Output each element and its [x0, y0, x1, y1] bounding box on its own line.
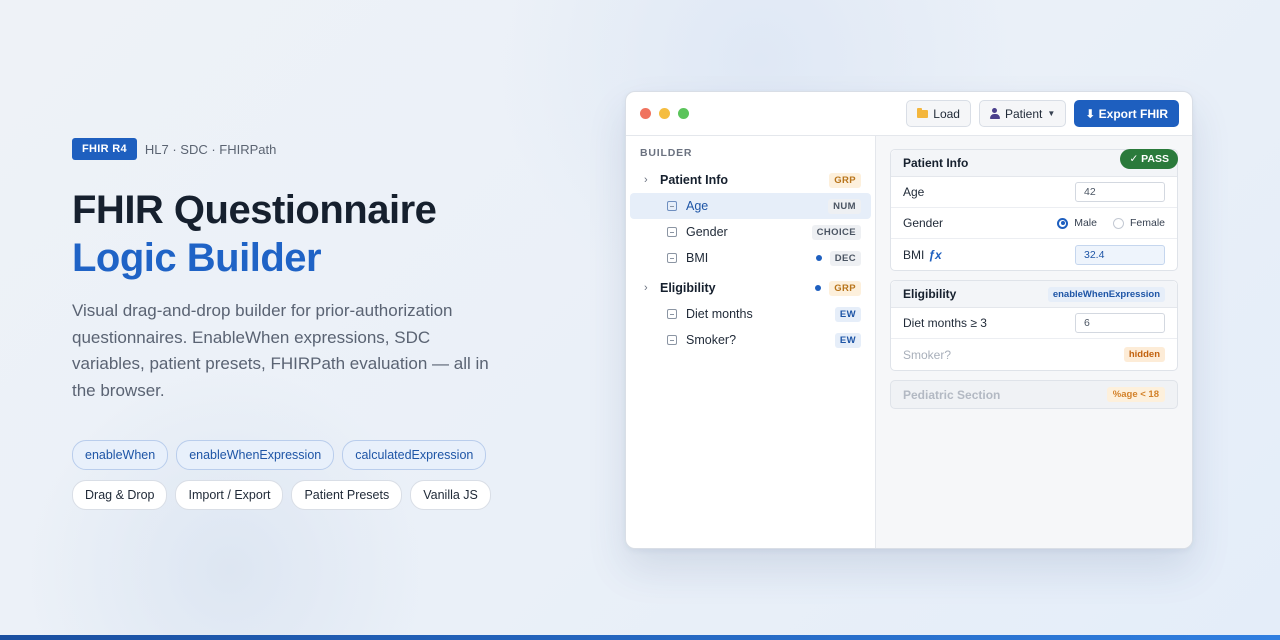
load-button[interactable]: Load — [906, 100, 971, 127]
field-row-gender: Gender Male Female — [891, 208, 1177, 239]
type-badge: GRP — [829, 172, 861, 188]
tree-item-label: BMI — [686, 251, 709, 265]
chip-patient-presets: Patient Presets — [291, 480, 403, 510]
decimal-field-icon — [667, 253, 677, 263]
feature-chips: enableWhen enableWhenExpression calculat… — [72, 440, 512, 510]
type-badge: DEC — [829, 250, 861, 266]
app-window: Load Patient ▼ ⬇ Export FHIR BUILDER › P… — [625, 91, 1193, 549]
tree-item-age[interactable]: Age NUM — [630, 193, 871, 219]
condition-badge: %age < 18 — [1106, 387, 1165, 402]
window-titlebar: Load Patient ▼ ⬇ Export FHIR — [626, 92, 1192, 136]
tree-item-gender[interactable]: Gender CHOICE — [630, 219, 871, 245]
folder-icon — [917, 107, 929, 118]
bottom-accent-bar — [0, 635, 1280, 640]
tree-item-label: Gender — [686, 225, 728, 239]
diet-months-input[interactable]: 6 — [1075, 313, 1165, 333]
hero: FHIR R4 HL7 · SDC · FHIRPath FHIR Questi… — [72, 138, 542, 510]
field-row-bmi: BMI ƒx 32.4 — [891, 239, 1177, 270]
gender-radio-group: Male Female — [1057, 217, 1165, 229]
card-header: Eligibility enableWhenExpression — [891, 281, 1177, 308]
tree-item-label: Diet months — [686, 307, 753, 321]
tree-group-label: Patient Info — [660, 173, 729, 187]
tree-item-diet-months[interactable]: Diet months EW — [630, 301, 871, 327]
chip-calculatedexpression: calculatedExpression — [342, 440, 487, 470]
title-line-2: Logic Builder — [72, 236, 322, 280]
number-field-icon — [667, 201, 677, 211]
close-window-icon[interactable] — [640, 108, 651, 119]
chip-import-export: Import / Export — [175, 480, 284, 510]
type-badge: GRP — [829, 280, 861, 296]
page-title: FHIR Questionnaire Logic Builder — [72, 186, 542, 282]
card-header: Pediatric Section %age < 18 — [891, 381, 1177, 408]
toolbar: Load Patient ▼ ⬇ Export FHIR — [906, 100, 1179, 127]
person-icon — [989, 108, 1000, 119]
tree-item-label: Age — [686, 199, 709, 213]
chip-enablewhenexpression: enableWhenExpression — [176, 440, 335, 470]
radio-female[interactable] — [1112, 217, 1124, 229]
field-row-smoker: Smoker? hidden — [891, 339, 1177, 370]
tree-group-eligibility[interactable]: › Eligibility GRP — [630, 275, 871, 301]
patient-dropdown-label: Patient — [1004, 106, 1043, 121]
field-row-age: Age 42 — [891, 177, 1177, 208]
field-label: Age — [903, 185, 925, 199]
type-badge: CHOICE — [811, 224, 861, 240]
minimize-window-icon[interactable] — [659, 108, 670, 119]
enablewhen-expression-badge: enableWhenExpression — [1047, 286, 1165, 302]
chip-drag-drop: Drag & Drop — [72, 480, 168, 510]
fhir-version-badge: FHIR R4 — [72, 138, 137, 160]
tree-item-smoker[interactable]: Smoker? EW — [630, 327, 871, 353]
bmi-calculated-input: 32.4 — [1075, 244, 1165, 265]
chevron-right-icon[interactable]: › — [644, 282, 660, 294]
card-patient-info: Patient Info ✓ PASS Age 42 Gender Male F… — [890, 149, 1178, 271]
expression-indicator-dot — [815, 285, 822, 291]
export-fhir-label: ⬇ Export FHIR — [1085, 106, 1168, 121]
field-label: Gender — [903, 216, 944, 230]
load-button-label: Load — [933, 106, 960, 121]
patient-dropdown[interactable]: Patient ▼ — [978, 100, 1067, 127]
radio-male[interactable] — [1057, 217, 1069, 229]
function-icon: ƒx — [928, 247, 942, 262]
tree-group-label: Eligibility — [660, 281, 716, 295]
export-fhir-button[interactable]: ⬇ Export FHIR — [1074, 100, 1179, 127]
card-title: Eligibility — [903, 287, 957, 301]
card-title: Patient Info — [903, 156, 969, 170]
tree-group-patient-info[interactable]: › Patient Info GRP — [630, 167, 871, 193]
field-row-diet-months: Diet months ≥ 3 6 — [891, 308, 1177, 339]
status-badge: ✓ PASS — [1120, 149, 1178, 169]
builder-panel: BUILDER › Patient Info GRP Age NUM Gende… — [626, 136, 876, 548]
eyebrow-text: HL7 · SDC · FHIRPath — [144, 141, 277, 157]
field-label: BMI — [903, 247, 925, 262]
type-badge: EW — [834, 332, 861, 348]
eyebrow: FHIR R4 HL7 · SDC · FHIRPath — [72, 138, 542, 160]
builder-heading: BUILDER — [640, 147, 693, 159]
app-body: BUILDER › Patient Info GRP Age NUM Gende… — [626, 136, 1192, 548]
chip-vanilla-js: Vanilla JS — [410, 480, 491, 510]
tree-item-label: Smoker? — [686, 333, 737, 347]
chip-enablewhen: enableWhen — [72, 440, 169, 470]
boolean-field-icon — [667, 335, 677, 345]
choice-field-icon — [667, 227, 677, 237]
type-badge: EW — [834, 306, 861, 322]
field-icon — [667, 309, 677, 319]
card-pediatric-section: Pediatric Section %age < 18 — [890, 380, 1178, 409]
title-line-1: FHIR Questionnaire — [72, 188, 437, 232]
hidden-badge: hidden — [1123, 347, 1165, 362]
preview-panel: Patient Info ✓ PASS Age 42 Gender Male F… — [876, 136, 1192, 548]
card-title: Pediatric Section — [903, 387, 1001, 402]
card-eligibility: Eligibility enableWhenExpression Diet mo… — [890, 280, 1178, 371]
expression-indicator-dot — [815, 255, 822, 261]
field-label: Smoker? — [903, 347, 952, 362]
chevron-down-icon: ▼ — [1047, 109, 1056, 118]
maximize-window-icon[interactable] — [678, 108, 689, 119]
radio-label-female: Female — [1129, 217, 1165, 229]
chevron-right-icon[interactable]: › — [644, 174, 660, 186]
lead-paragraph: Visual drag-and-drop builder for prior-a… — [72, 301, 489, 400]
tree-item-bmi[interactable]: BMI DEC — [630, 245, 871, 271]
window-controls — [640, 108, 689, 119]
type-badge: NUM — [828, 198, 861, 214]
radio-label-male: Male — [1074, 217, 1097, 229]
age-input[interactable]: 42 — [1075, 182, 1165, 202]
field-label: Diet months ≥ 3 — [903, 316, 987, 330]
